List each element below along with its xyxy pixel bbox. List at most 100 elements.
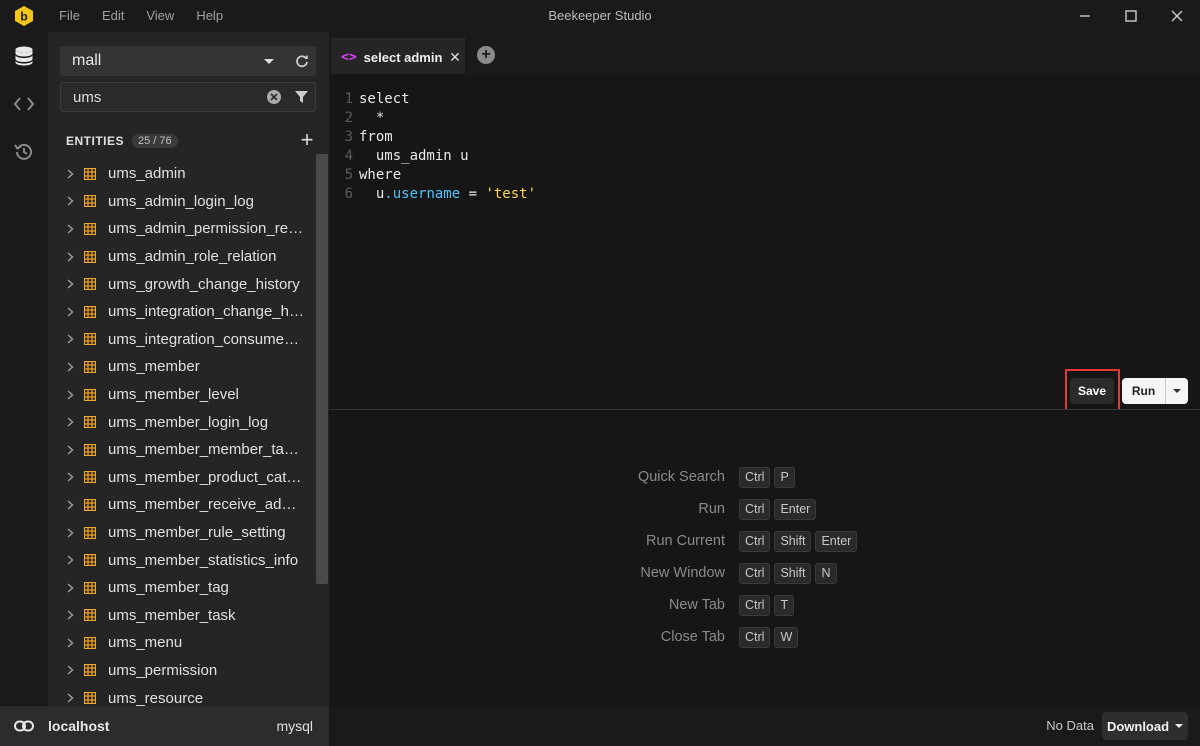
chevron-right-icon[interactable] <box>64 583 76 593</box>
entity-name: ums_member_rule_setting <box>108 524 286 542</box>
run-button[interactable]: Run <box>1122 378 1166 404</box>
rail-query-button[interactable] <box>0 80 48 128</box>
shortcut-row: Quick Search Ctrl P <box>329 466 799 488</box>
chevron-right-icon[interactable] <box>64 417 76 427</box>
entity-row[interactable]: ums_member_level <box>48 381 316 409</box>
entity-row[interactable]: ums_member_statistics_info <box>48 546 316 574</box>
chevron-right-icon[interactable] <box>64 610 76 620</box>
menu-bar: File Edit View Help <box>48 0 234 32</box>
table-icon <box>84 609 96 622</box>
shortcut-key: Ctrl <box>739 594 771 616</box>
menu-view[interactable]: View <box>135 0 185 32</box>
table-icon <box>84 664 96 677</box>
chevron-right-icon[interactable] <box>64 527 76 538</box>
entity-name: ums_member <box>108 358 200 376</box>
chevron-right-icon[interactable] <box>64 307 76 317</box>
entity-name: ums_admin_permission_relation <box>108 220 304 238</box>
code-line: 1 select <box>329 90 410 109</box>
clear-search-button[interactable] <box>267 90 281 104</box>
download-label: Download <box>1106 718 1170 734</box>
entity-row[interactable]: ums_menu <box>48 629 316 657</box>
tab-select-admin[interactable]: <> select admin ✕ <box>331 38 465 74</box>
chevron-right-icon[interactable] <box>64 334 76 344</box>
chevron-right-icon[interactable] <box>64 389 76 400</box>
rail-database-button[interactable] <box>0 32 48 80</box>
entity-row[interactable]: ums_resource <box>48 684 316 706</box>
table-icon <box>84 222 96 235</box>
entity-row[interactable]: ums_member <box>48 353 316 381</box>
tab-label: select admin <box>363 49 443 65</box>
line-number: 3 <box>344 129 353 145</box>
line-number: 2 <box>344 110 353 126</box>
code-line: 2 * <box>329 109 385 128</box>
chevron-right-icon[interactable] <box>64 224 76 234</box>
entity-name: ums_member_product_category_relation <box>108 468 304 486</box>
chevron-right-icon[interactable] <box>64 665 76 676</box>
shortcut-row: Run Ctrl Enter <box>329 498 820 520</box>
shortcut-key: Ctrl <box>739 530 771 552</box>
database-select[interactable]: mall <box>60 46 316 76</box>
download-button[interactable]: Download <box>1102 712 1188 740</box>
chevron-right-icon[interactable] <box>64 196 76 206</box>
entity-row[interactable]: ums_admin <box>48 160 316 188</box>
close-tab-icon[interactable]: ✕ <box>445 49 465 66</box>
entity-row[interactable]: ums_admin_permission_relation <box>48 215 316 243</box>
table-icon <box>84 554 96 567</box>
chevron-right-icon[interactable] <box>64 279 76 289</box>
entity-row[interactable]: ums_admin_login_log <box>48 188 316 216</box>
chevron-right-icon[interactable] <box>64 638 76 648</box>
chevron-right-icon[interactable] <box>64 445 76 455</box>
entity-name: ums_member_login_log <box>108 413 269 431</box>
table-icon <box>84 167 96 180</box>
entity-row[interactable]: ums_member_login_log <box>48 408 316 436</box>
menu-file[interactable]: File <box>48 0 91 32</box>
entity-list-scrollbar[interactable] <box>316 154 328 584</box>
maximize-button[interactable] <box>1108 0 1154 32</box>
chevron-right-icon[interactable] <box>64 252 76 262</box>
entity-row[interactable]: ums_member_rule_setting <box>48 519 316 547</box>
filter-button[interactable] <box>293 89 309 105</box>
code-icon <box>13 97 35 111</box>
add-entity-button[interactable]: + <box>298 129 316 151</box>
entity-row[interactable]: ums_admin_role_relation <box>48 243 316 271</box>
entity-row[interactable]: ums_integration_consume_setting <box>48 326 316 354</box>
menu-help[interactable]: Help <box>185 0 234 32</box>
shortcut-label: Run <box>698 501 725 517</box>
query-editor[interactable]: 1 select 2 * 3 from 4 ums_admin u 5 where 6 u .us… <box>329 74 1200 411</box>
new-tab-button[interactable]: + <box>477 46 495 64</box>
link-icon <box>14 716 34 736</box>
shortcut-key: Enter <box>774 498 817 520</box>
chevron-right-icon[interactable] <box>64 693 76 703</box>
refresh-button[interactable] <box>288 46 316 76</box>
menu-edit[interactable]: Edit <box>91 0 135 32</box>
chevron-right-icon[interactable] <box>64 169 76 179</box>
entity-search-input[interactable] <box>61 83 261 111</box>
rail-history-button[interactable] <box>0 128 48 176</box>
entity-name: ums_growth_change_history <box>108 275 300 293</box>
table-icon <box>84 278 96 291</box>
entities-title: ENTITIES <box>66 134 125 148</box>
entity-row[interactable]: ums_growth_change_history <box>48 270 316 298</box>
chevron-right-icon[interactable] <box>64 555 76 565</box>
save-button[interactable]: Save <box>1070 378 1114 404</box>
chevron-right-icon[interactable] <box>64 500 76 510</box>
close-window-button[interactable] <box>1154 0 1200 32</box>
entity-name: ums_member_receive_address <box>108 496 304 514</box>
table-icon <box>84 526 96 539</box>
chevron-right-icon[interactable] <box>64 362 76 372</box>
minimize-button[interactable] <box>1062 0 1108 32</box>
entity-row[interactable]: ums_member_tag <box>48 574 316 602</box>
shortcut-row: Run Current Ctrl Shift Enter <box>329 530 861 552</box>
entity-row[interactable]: ums_member_member_tag_relation <box>48 436 316 464</box>
entity-row[interactable]: ums_member_product_category_relation <box>48 464 316 492</box>
entity-row[interactable]: ums_permission <box>48 657 316 685</box>
entity-name: ums_menu <box>108 634 183 652</box>
connection-status[interactable]: localhost mysql <box>0 706 329 746</box>
chevron-right-icon[interactable] <box>64 472 76 482</box>
code-token: where <box>359 167 402 183</box>
line-number: 6 <box>344 186 353 202</box>
run-options-button[interactable] <box>1166 378 1188 404</box>
entity-row[interactable]: ums_integration_change_history <box>48 298 316 326</box>
entity-row[interactable]: ums_member_receive_address <box>48 491 316 519</box>
entity-row[interactable]: ums_member_task <box>48 602 316 630</box>
